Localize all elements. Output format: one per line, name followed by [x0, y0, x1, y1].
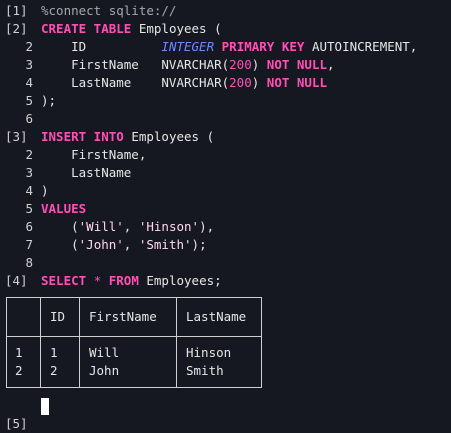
- code-text: INSERT INTO Employees (: [41, 128, 214, 146]
- next-cell-line[interactable]: [5]: [0, 397, 28, 431]
- code-token: Employees (: [131, 21, 222, 36]
- query-result-table: ID FirstName LastName 1 1 Will Hinson 2 …: [6, 297, 262, 388]
- table-cell: 1: [50, 345, 58, 360]
- code-token: 'Smith': [138, 237, 192, 252]
- column-divider: [176, 298, 177, 387]
- code-token: 200: [229, 75, 252, 90]
- header-divider: [7, 336, 261, 337]
- cell-prompt: [3]: [5, 129, 28, 144]
- column-divider: [79, 298, 80, 387]
- line-number: 8: [25, 255, 33, 270]
- code-text: ('John', 'Smith');: [41, 236, 207, 254]
- code-token: VALUES: [41, 201, 87, 216]
- column-header-firstname: FirstName: [89, 309, 157, 324]
- code-token: (: [41, 219, 79, 234]
- code-token: 'Will': [78, 219, 124, 234]
- table-cell: Will: [89, 345, 120, 360]
- code-token: (: [41, 237, 79, 252]
- column-header-lastname: LastName: [186, 309, 247, 324]
- code-text: ID INTEGER PRIMARY KEY AUTOINCREMENT,: [41, 38, 417, 56]
- code-token: INTEGER: [161, 39, 215, 54]
- row-index: 2: [15, 363, 23, 378]
- line-number: 7: [25, 237, 33, 252]
- code-token: LastName: [41, 165, 132, 180]
- line-number: 5: [25, 201, 33, 216]
- table-cell: Hinson: [186, 345, 232, 360]
- line-number: 5: [25, 93, 33, 108]
- line-number: 6: [25, 111, 33, 126]
- code-token: );: [191, 237, 207, 252]
- code-text: ('Will', 'Hinson'),: [41, 218, 214, 236]
- code-token: ,: [327, 57, 335, 72]
- code-token: ),: [199, 219, 215, 234]
- code-text: );: [41, 92, 56, 110]
- line-number: 6: [25, 219, 33, 234]
- table-cell: John: [89, 363, 120, 378]
- code-text: VALUES: [41, 200, 86, 218]
- line-number: 2: [25, 39, 33, 54]
- code-token: ,: [123, 219, 139, 234]
- code-text: LastName: [41, 164, 131, 182]
- code-token: CREATE TABLE: [41, 21, 132, 36]
- line-number: 4: [25, 183, 33, 198]
- code-token: ,: [123, 237, 139, 252]
- table-cell: 2: [50, 363, 58, 378]
- code-token: LastName NVARCHAR(: [41, 75, 230, 90]
- code-text: ): [41, 182, 49, 200]
- code-token: Employees;: [138, 273, 222, 288]
- text-cursor: [41, 398, 49, 415]
- code-token: %connect sqlite://: [41, 3, 177, 18]
- cell-prompt: [5]: [5, 416, 28, 431]
- row-index: 1: [15, 345, 23, 360]
- line-number: 4: [25, 75, 33, 90]
- code-token: 'John': [78, 237, 124, 252]
- code-text: %connect sqlite://: [41, 2, 176, 20]
- code-text: FirstName NVARCHAR(200) NOT NULL,: [41, 56, 335, 74]
- cell-prompt: [2]: [5, 21, 28, 36]
- line-number: 2: [25, 147, 33, 162]
- code-token: SELECT: [41, 273, 87, 288]
- code-token: FROM: [108, 273, 139, 288]
- code-token: );: [41, 93, 57, 108]
- line-number: 3: [25, 57, 33, 72]
- column-header-id: ID: [50, 309, 66, 324]
- code-token: NOT NULL: [266, 57, 328, 72]
- code-token: ): [41, 183, 49, 198]
- code-token: AUTOINCREMENT,: [304, 39, 418, 54]
- table-cell: Smith: [186, 363, 224, 378]
- code-text: SELECT * FROM Employees;: [41, 272, 222, 290]
- code-token: FirstName NVARCHAR(: [41, 57, 230, 72]
- code-token: Employees (: [123, 129, 215, 144]
- code-text: CREATE TABLE Employees (: [41, 20, 222, 38]
- code-text: FirstName,: [41, 146, 146, 164]
- code-token: 'Hinson': [138, 219, 200, 234]
- line-number: 3: [25, 165, 33, 180]
- code-token: FirstName,: [41, 147, 147, 162]
- code-token: INSERT INTO: [41, 129, 124, 144]
- code-token: NOT NULL: [266, 75, 328, 90]
- code-token: ): [251, 57, 267, 72]
- cell-prompt: [1]: [5, 3, 28, 18]
- code-token: 200: [229, 57, 252, 72]
- code-token: PRIMARY KEY: [221, 39, 305, 54]
- cell-prompt: [4]: [5, 273, 28, 288]
- code-token: ): [251, 75, 267, 90]
- code-token: ID: [41, 39, 162, 54]
- column-divider: [40, 298, 41, 387]
- code-text: LastName NVARCHAR(200) NOT NULL: [41, 74, 327, 92]
